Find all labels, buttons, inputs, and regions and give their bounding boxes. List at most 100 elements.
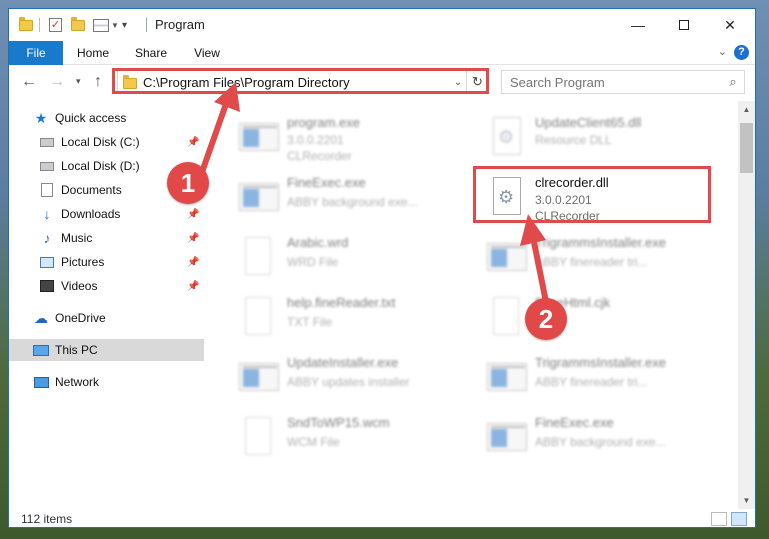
onedrive-icon: ☁ [34, 309, 48, 326]
close-button[interactable]: ✕ [707, 9, 753, 41]
vertical-scrollbar[interactable]: ▲ ▼ [738, 101, 755, 509]
scroll-down-arrow-icon[interactable]: ▼ [738, 492, 755, 509]
pictures-icon [39, 255, 55, 269]
file-name: FineExec.exe [535, 415, 614, 430]
sidebar-item-label: This PC [55, 343, 98, 357]
sidebar-item-network[interactable]: Network [9, 371, 204, 393]
file-item[interactable]: help.fineReader.txt TXT File [215, 289, 455, 345]
document-icon [485, 295, 527, 337]
disk-icon [39, 135, 55, 149]
search-input[interactable] [510, 74, 722, 90]
sidebar-item-quick-access[interactable]: ★ Quick access [9, 107, 204, 129]
file-name: Arabic.wrd [287, 235, 349, 250]
sidebar-item-music[interactable]: ♪ Music 📌 [9, 227, 204, 249]
sidebar-item-label: Network [55, 375, 100, 389]
step-badge-2: 2 [525, 298, 567, 340]
sidebar-item-label: Videos [61, 279, 98, 293]
sidebar-item-local-disk-c[interactable]: Local Disk (C:) 📌 [9, 131, 204, 153]
search-box[interactable]: ⌕ [501, 70, 745, 94]
maximize-button[interactable] [661, 9, 707, 41]
search-icon[interactable]: ⌕ [722, 74, 744, 90]
scroll-up-arrow-icon[interactable]: ▲ [738, 101, 755, 118]
step-badge-1: 1 [167, 162, 209, 204]
file-name: SndToWP15.wcm [287, 415, 390, 430]
file-item[interactable]: FaceHtml.cjk [463, 289, 703, 345]
app-icon [485, 415, 527, 457]
file-item[interactable]: program.exe 3.0.0.2201 CLRecorder [215, 109, 455, 165]
file-item[interactable]: TrigrammsInstaller.exe ABBY finereader t… [463, 229, 703, 285]
sidebar-item-label: Quick access [55, 111, 127, 125]
large-icons-view-icon[interactable] [731, 512, 747, 526]
file-item[interactable]: FineExec.exe ABBY background exe... [215, 169, 455, 225]
file-name: FineExec.exe [287, 175, 366, 190]
sidebar-item-pictures[interactable]: Pictures 📌 [9, 251, 204, 273]
minimize-icon: ― [631, 17, 645, 33]
network-icon [33, 375, 49, 389]
file-item[interactable]: TrigrammsInstaller.exe ABBY finereader t… [463, 349, 703, 405]
tab-file[interactable]: File [9, 41, 63, 65]
file-item[interactable]: ⚙ UpdateClient65.dll Resource DLL [463, 109, 703, 165]
pin-icon[interactable]: 📌 [187, 209, 199, 220]
app-icon [485, 355, 527, 397]
file-type: ABBY finereader tri... [535, 255, 648, 269]
file-type: WCM File [287, 435, 340, 449]
document-icon [237, 295, 279, 337]
maximize-icon [679, 20, 689, 30]
help-icon[interactable]: ? [734, 45, 749, 60]
installer-icon [237, 115, 279, 157]
sidebar-item-label: OneDrive [55, 311, 106, 325]
file-description: CLRecorder [287, 149, 352, 163]
quick-access-dropdown-icon[interactable]: ▾ [122, 16, 127, 34]
back-arrow-icon[interactable]: ← [21, 73, 37, 91]
this-pc-icon [33, 343, 49, 357]
recent-locations-icon[interactable]: ▾ [76, 76, 81, 87]
file-name: TrigrammsInstaller.exe [535, 235, 666, 250]
sidebar-item-label: Local Disk (D:) [61, 159, 140, 173]
properties-check-icon[interactable]: ✓ [49, 16, 62, 34]
file-name: TrigrammsInstaller.exe [535, 355, 666, 370]
pin-icon[interactable]: 📌 [187, 233, 199, 244]
dll-icon: ⚙ [485, 115, 527, 157]
status-bar: 112 items [9, 509, 755, 527]
file-highlight-box [473, 166, 711, 223]
file-list: program.exe 3.0.0.2201 CLRecorder ⚙ Upda… [205, 101, 738, 509]
sidebar-item-this-pc[interactable]: This PC [9, 339, 204, 361]
sidebar-item-videos[interactable]: Videos 📌 [9, 275, 204, 297]
forward-arrow-icon[interactable]: → [49, 73, 65, 91]
new-folder-icon[interactable] [71, 16, 85, 34]
file-name: UpdateClient65.dll [535, 115, 642, 130]
tab-view[interactable]: View [185, 41, 229, 65]
item-count: 112 items [21, 512, 73, 526]
scrollbar-thumb[interactable] [740, 123, 753, 173]
file-item[interactable]: SndToWP15.wcm WCM File [215, 409, 455, 465]
document-icon [237, 235, 279, 277]
sidebar-item-onedrive[interactable]: ☁ OneDrive [9, 307, 204, 329]
sidebar-item-label: Music [61, 231, 93, 245]
details-view-icon[interactable] [711, 512, 727, 526]
pin-icon[interactable]: 📌 [187, 257, 199, 268]
minimize-button[interactable]: ― [615, 9, 661, 41]
navigation-pane: ★ Quick access Local Disk (C:) 📌 Local D… [9, 101, 204, 509]
file-item[interactable]: FineExec.exe ABBY background exe... [463, 409, 703, 465]
window-title: Program [155, 17, 205, 32]
tab-share[interactable]: Share [127, 41, 175, 65]
pin-icon[interactable]: 📌 [187, 281, 199, 292]
ribbon-tabs: File Home Share View ⌄ ? [9, 41, 755, 65]
pin-icon[interactable]: 📌 [187, 137, 199, 148]
app-icon [237, 355, 279, 397]
file-type: Resource DLL [535, 133, 612, 147]
star-icon: ★ [34, 109, 48, 126]
customize-toolbar-icon[interactable]: ▼ [93, 16, 119, 34]
title-bar: ✓ ▼ ▾ Program ― ✕ [9, 9, 755, 41]
sidebar-item-downloads[interactable]: ↓ Downloads 📌 [9, 203, 204, 225]
close-icon: ✕ [724, 16, 736, 33]
file-type: ABBY updates installer [287, 375, 410, 389]
title-separator [146, 18, 147, 32]
file-version: 3.0.0.2201 [287, 133, 344, 147]
up-arrow-icon[interactable]: ↑ [94, 73, 102, 91]
file-item[interactable]: UpdateInstaller.exe ABBY updates install… [215, 349, 455, 405]
file-item[interactable]: Arabic.wrd WRD File [215, 229, 455, 285]
documents-icon [39, 183, 55, 197]
expand-ribbon-icon[interactable]: ⌄ [718, 45, 727, 58]
tab-home[interactable]: Home [69, 41, 117, 65]
